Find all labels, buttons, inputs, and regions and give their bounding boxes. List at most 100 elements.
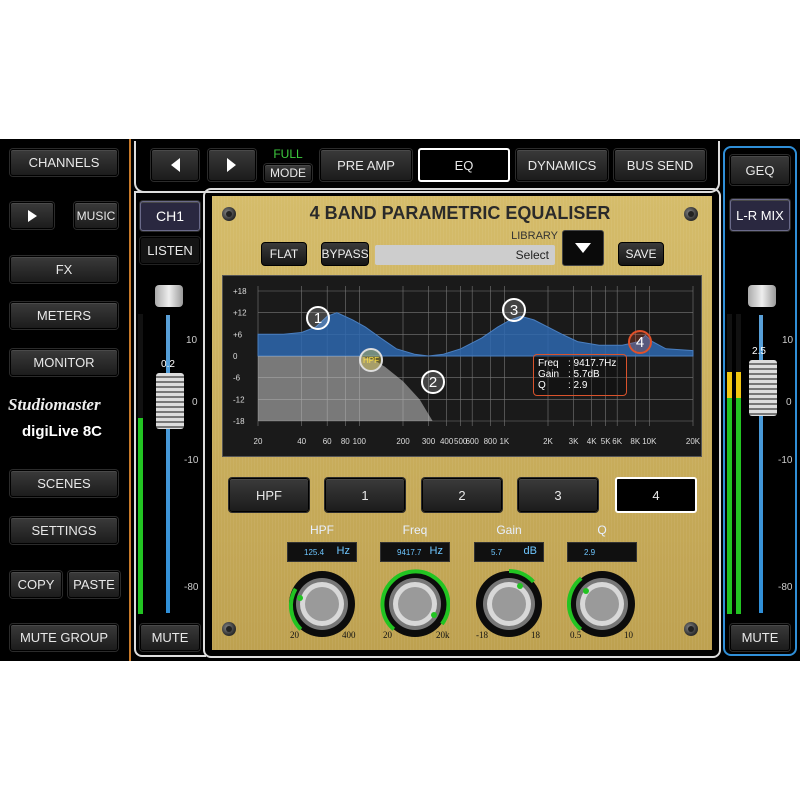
tab-eq[interactable]: EQ bbox=[418, 148, 510, 182]
save-button[interactable]: SAVE bbox=[618, 242, 664, 266]
listen-button[interactable]: LISTEN bbox=[140, 237, 200, 264]
eq-x-tick: 80 bbox=[341, 437, 350, 446]
lr-scale-10: 10 bbox=[782, 335, 794, 346]
tab-pre-amp[interactable]: PRE AMP bbox=[320, 149, 412, 181]
band-1-button[interactable]: 1 bbox=[325, 478, 405, 512]
q-max-label: 10 bbox=[624, 630, 633, 640]
eq-y-tick: -12 bbox=[233, 395, 245, 404]
hpf-knob[interactable] bbox=[287, 569, 357, 639]
param-gain-value[interactable]: 5.7 dB bbox=[474, 542, 544, 562]
channel-scale-minus10: -10 bbox=[184, 455, 199, 466]
bypass-button[interactable]: BYPASS bbox=[321, 242, 369, 266]
channel-scale-10: 10 bbox=[186, 335, 198, 346]
param-gain-unit: dB bbox=[523, 545, 537, 557]
lr-meter-left-level bbox=[727, 372, 732, 614]
band-hpf-button[interactable]: HPF bbox=[229, 478, 309, 512]
eq-node-1[interactable]: 1 bbox=[306, 306, 330, 330]
lr-fader-handle[interactable] bbox=[749, 360, 777, 416]
eq-hpf-region bbox=[258, 356, 433, 421]
q-min-label: 0.5 bbox=[570, 630, 582, 640]
gain-max-label: 18 bbox=[531, 630, 540, 640]
lr-fader-value: 2.5 bbox=[752, 346, 766, 357]
band-3-button[interactable]: 3 bbox=[518, 478, 598, 512]
copy-button[interactable]: COPY bbox=[10, 571, 62, 598]
readout-gain-label: Gain bbox=[538, 369, 560, 380]
lr-mix-button[interactable]: L-R MIX bbox=[730, 199, 790, 231]
eq-x-tick: 3K bbox=[569, 437, 579, 446]
eq-x-tick: 300 bbox=[422, 437, 436, 446]
mute-group-button[interactable]: MUTE GROUP bbox=[10, 624, 118, 651]
monitor-button[interactable]: MONITOR bbox=[10, 349, 118, 376]
eq-y-tick: 0 bbox=[233, 352, 238, 361]
library-label: LIBRARY bbox=[511, 230, 558, 242]
param-hpf-unit: Hz bbox=[336, 545, 350, 557]
channel-mute-button[interactable]: MUTE bbox=[140, 624, 200, 651]
band-2-button[interactable]: 2 bbox=[422, 478, 502, 512]
channel-name-button[interactable]: CH1 bbox=[140, 201, 200, 231]
paste-button[interactable]: PASTE bbox=[68, 571, 120, 598]
eq-x-tick: 100 bbox=[353, 437, 367, 446]
param-q-label: Q bbox=[597, 523, 607, 537]
channels-button[interactable]: CHANNELS bbox=[10, 149, 118, 176]
tab-dynamics[interactable]: DYNAMICS bbox=[516, 149, 608, 181]
prev-channel-button[interactable] bbox=[151, 149, 199, 181]
eq-node-3[interactable]: 3 bbox=[502, 298, 526, 322]
param-gain-label: Gain bbox=[496, 523, 522, 537]
param-q-value[interactable]: 2.9 bbox=[567, 542, 637, 562]
eq-node-2[interactable]: 2 bbox=[421, 370, 445, 394]
screw-bottom-left bbox=[222, 622, 236, 636]
flat-button[interactable]: FLAT bbox=[261, 242, 307, 266]
eq-node-4[interactable]: 4 bbox=[628, 330, 652, 354]
next-channel-button[interactable] bbox=[208, 149, 256, 181]
eq-x-tick: 5K bbox=[601, 437, 611, 446]
param-hpf-value[interactable]: 125.4 Hz bbox=[287, 542, 357, 562]
play-icon bbox=[28, 209, 37, 222]
music-button[interactable]: MUSIC bbox=[74, 202, 118, 229]
band-4-button[interactable]: 4 bbox=[615, 477, 697, 513]
screw-top-right bbox=[684, 207, 698, 221]
eq-y-tick: -6 bbox=[233, 374, 241, 383]
mode-button[interactable]: MODE bbox=[264, 164, 312, 182]
eq-title: 4 BAND PARAMETRIC EQUALISER bbox=[309, 203, 611, 223]
orange-divider bbox=[129, 139, 131, 661]
eq-x-tick: 20K bbox=[686, 437, 701, 446]
eq-x-tick: 10K bbox=[642, 437, 657, 446]
eq-x-tick: 60 bbox=[323, 437, 332, 446]
eq-x-tick: 400 bbox=[440, 437, 454, 446]
play-button[interactable] bbox=[10, 202, 54, 229]
eq-y-tick: -18 bbox=[233, 417, 245, 426]
gain-knob[interactable] bbox=[474, 569, 544, 639]
channel-meter bbox=[138, 314, 143, 614]
settings-button[interactable]: SETTINGS bbox=[10, 517, 118, 544]
eq-x-tick: 4K bbox=[587, 437, 597, 446]
screw-top-left bbox=[222, 207, 236, 221]
readout-freq-label: Freq bbox=[538, 358, 559, 369]
eq-node-hpf[interactable]: HPF bbox=[359, 348, 383, 372]
channel-meter-level bbox=[138, 418, 143, 614]
lr-meter-right bbox=[736, 314, 741, 614]
freq-knob[interactable] bbox=[380, 569, 450, 639]
scenes-button[interactable]: SCENES bbox=[10, 470, 118, 497]
lr-mute-button[interactable]: MUTE bbox=[730, 624, 790, 651]
lr-pan-knob[interactable] bbox=[748, 285, 776, 307]
q-knob[interactable] bbox=[567, 569, 637, 639]
meters-button[interactable]: METERS bbox=[10, 302, 118, 329]
gain-min-label: -18 bbox=[476, 630, 488, 640]
eq-x-tick: 8K bbox=[630, 437, 640, 446]
tab-bus-send[interactable]: BUS SEND bbox=[614, 149, 706, 181]
fx-button[interactable]: FX bbox=[10, 256, 118, 283]
readout-q-label: Q bbox=[538, 380, 546, 391]
model-logo: digiLive 8C bbox=[22, 423, 103, 440]
lr-scale-0: 0 bbox=[786, 397, 792, 408]
library-select[interactable]: Select bbox=[375, 245, 555, 265]
eq-x-tick: 2K bbox=[543, 437, 553, 446]
eq-x-tick: 20 bbox=[254, 437, 263, 446]
eq-x-tick: 200 bbox=[396, 437, 410, 446]
param-freq-value[interactable]: 9417.7 Hz bbox=[380, 542, 450, 562]
channel-pan-knob[interactable] bbox=[155, 285, 183, 307]
eq-graph[interactable]: +18 +12 +6 0 -6 -12 -18 20 40 60 80 100 200 300 400 500… bbox=[222, 275, 702, 457]
library-dropdown-button[interactable] bbox=[562, 230, 604, 266]
geq-button[interactable]: GEQ bbox=[730, 155, 790, 185]
brand-logo: Studiomaster bbox=[8, 395, 101, 414]
channel-fader-handle[interactable] bbox=[156, 373, 184, 429]
